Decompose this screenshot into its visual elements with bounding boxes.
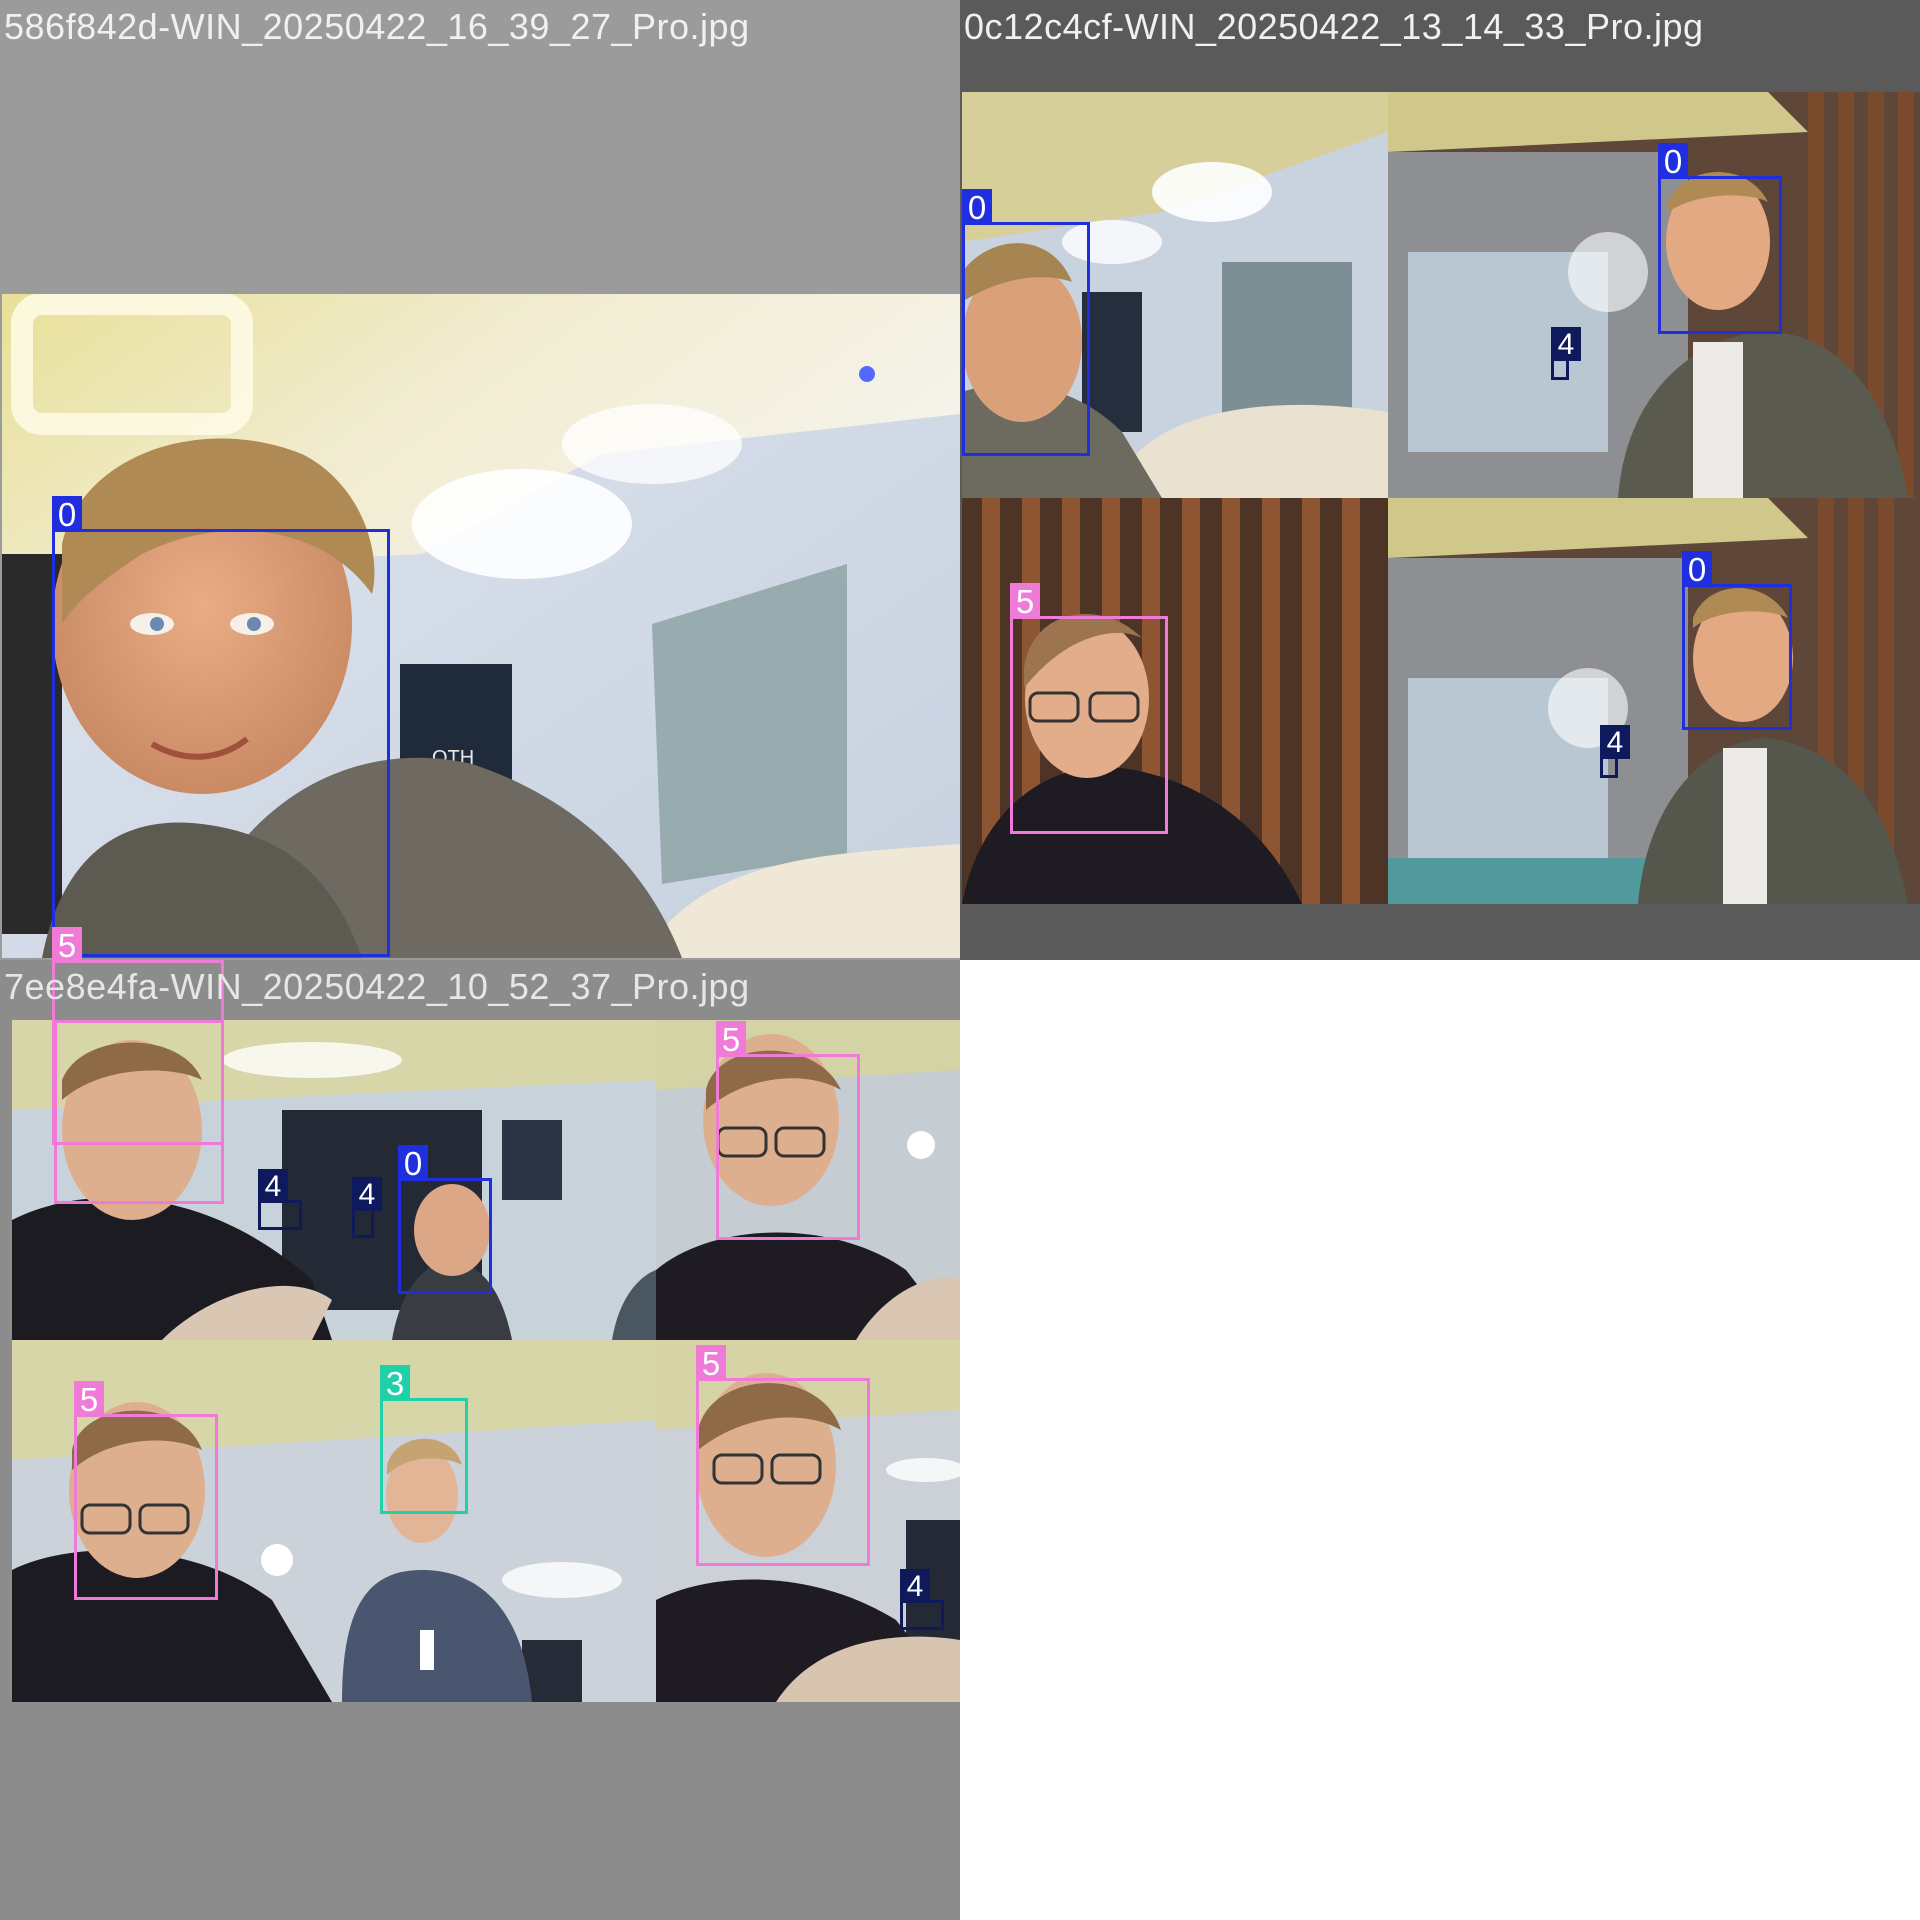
class-label: 5	[716, 1021, 746, 1058]
class-label: 5	[52, 927, 82, 964]
tile-2-filename: 0c12c4cf-WIN_20250422_13_14_33_Pro.jpg	[964, 6, 1704, 47]
detection-box-10: 0	[398, 1145, 492, 1294]
tile-2-photo-top-left: 0	[962, 92, 1388, 498]
empty-mosaic-area	[960, 960, 1920, 1920]
tile-1-photo: OTH 0	[2, 294, 960, 958]
detection-box-11: 5	[716, 1021, 860, 1240]
tile-2-photo-bottom-right: 0 4	[1388, 498, 1920, 904]
class-label: 0	[962, 189, 992, 226]
tile-2-photo-bottom-left: 5	[962, 498, 1388, 904]
class-label: 4	[258, 1169, 288, 1203]
detection-box-15: 4	[900, 1569, 944, 1630]
tile-3-filename: 7ee8e4fa-WIN_20250422_10_52_37_Pro.jpg	[4, 966, 750, 1007]
detection-box-4: 5	[1010, 583, 1168, 834]
class-label: 4	[1600, 725, 1630, 759]
detection-box-5: 0	[1682, 551, 1792, 730]
detection-box-2: 0	[1658, 143, 1782, 334]
detection-box-9: 4	[352, 1177, 382, 1238]
class-label: 4	[352, 1177, 382, 1211]
class-label: 5	[1010, 583, 1040, 620]
mosaic-tile-1: OTH 0 586f842d-WIN_20250422_16_39_27_Pro…	[0, 0, 960, 960]
class-label: 5	[74, 1381, 104, 1418]
class-label: 3	[380, 1365, 410, 1402]
class-label: 0	[1682, 551, 1712, 588]
detection-box-6: 4	[1600, 725, 1630, 778]
class-label: 0	[1658, 143, 1688, 180]
tile-3-photo-bottom-right: 5 4	[656, 1340, 960, 1702]
tile-3-photo-bottom-left: 5 3	[12, 1340, 656, 1702]
class-label: 4	[900, 1569, 930, 1603]
mosaic-tile-2: 0 0 4 5 0 4 0c12c4cf-WIN_20250422_13_14_…	[960, 0, 1920, 960]
tile-2-photo-top-right: 0 4	[1388, 92, 1920, 498]
class-label: 0	[398, 1145, 428, 1182]
detection-box-12: 5	[74, 1381, 218, 1600]
detection-box-13: 3	[380, 1365, 468, 1514]
class-label: 4	[1551, 327, 1581, 361]
detection-box-1: 0	[962, 189, 1090, 456]
detection-box-8: 4	[258, 1169, 302, 1230]
tile-3-photo-top-right: 5	[656, 1020, 960, 1340]
tile-1-filename: 586f842d-WIN_20250422_16_39_27_Pro.jpg	[4, 6, 750, 47]
detection-box-14: 5	[696, 1345, 870, 1566]
class-label: 5	[696, 1345, 726, 1382]
detection-box-0: 0	[52, 496, 390, 957]
detection-box-3: 4	[1551, 327, 1581, 380]
class-label: 0	[52, 496, 82, 533]
